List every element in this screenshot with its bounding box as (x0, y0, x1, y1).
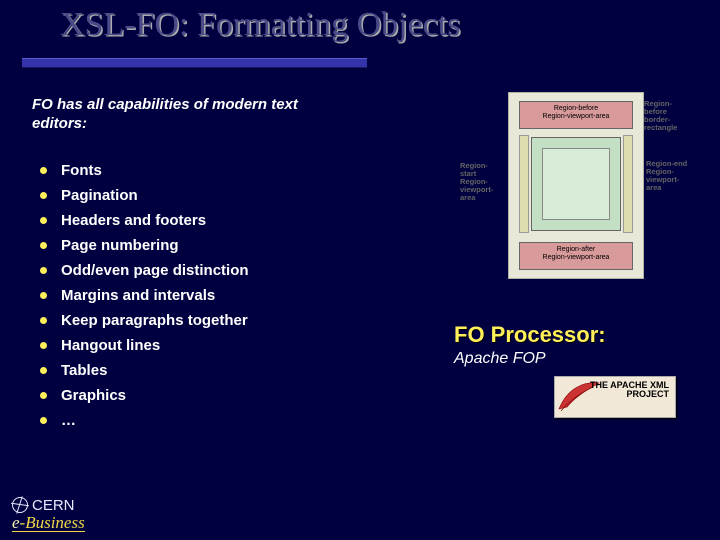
list-item: Margins and intervals (40, 287, 360, 304)
slide-title: XSL-FO: Formatting Objects (60, 6, 460, 44)
list-item-label: Graphics (61, 387, 126, 404)
ebusiness-label: e-Business (12, 514, 85, 532)
region-before: Region-beforeRegion-viewport-area (519, 101, 633, 129)
list-item-label: Page numbering (61, 237, 179, 254)
diagram-right-annotation: Region-endRegion-viewport-area (646, 160, 690, 192)
bullet-list: Fonts Pagination Headers and footers Page n… (40, 162, 360, 437)
diagram-left-annotation: Region-startRegion-viewport-area (460, 162, 504, 201)
apache-logo-text: THE APACHE XMLPROJECT (590, 381, 669, 400)
bullet-icon (40, 192, 47, 199)
fo-processor-heading: FO Processor: (454, 322, 684, 348)
list-item-label: Odd/even page distinction (61, 262, 249, 279)
bullet-icon (40, 367, 47, 374)
list-item: Hangout lines (40, 337, 360, 354)
list-item: Pagination (40, 187, 360, 204)
list-item-label: Margins and intervals (61, 287, 215, 304)
region-after-label: Region-afterRegion-viewport-area (520, 243, 632, 261)
list-item-label: Hangout lines (61, 337, 160, 354)
list-item: … (40, 412, 360, 429)
list-item-label: Fonts (61, 162, 102, 179)
list-item-label: Keep paragraphs together (61, 312, 248, 329)
intro-text: FO has all capabilities of modern text e… (32, 96, 332, 134)
list-item-label: Pagination (61, 187, 138, 204)
bullet-icon (40, 317, 47, 324)
list-item-label: Tables (61, 362, 107, 379)
bullet-icon (40, 267, 47, 274)
list-item: Graphics (40, 387, 360, 404)
bullet-icon (40, 242, 47, 249)
list-item-label: … (61, 412, 76, 429)
region-start (519, 135, 529, 233)
bullet-icon (40, 342, 47, 349)
slide-footer: CERN e-Business (12, 497, 85, 532)
region-before-label: Region-beforeRegion-viewport-area (520, 102, 632, 120)
title-underline (22, 58, 367, 68)
list-item: Headers and footers (40, 212, 360, 229)
region-end (623, 135, 633, 233)
bullet-icon (40, 292, 47, 299)
bullet-icon (40, 392, 47, 399)
list-item: Page numbering (40, 237, 360, 254)
diagram-page-box: Region-beforeRegion-viewport-area Region… (508, 92, 644, 279)
region-body-inner (542, 148, 610, 220)
bullet-icon (40, 217, 47, 224)
fo-processor-sub: Apache FOP (454, 350, 684, 368)
list-item: Keep paragraphs together (40, 312, 360, 329)
bullet-icon (40, 167, 47, 174)
list-item: Tables (40, 362, 360, 379)
bullet-icon (40, 417, 47, 424)
diagram-top-right-annotation: Region-beforeborder-rectangle (644, 100, 690, 132)
region-after: Region-afterRegion-viewport-area (519, 242, 633, 270)
cern-logo-icon (12, 497, 28, 513)
list-item-label: Headers and footers (61, 212, 206, 229)
cern-label: CERN (32, 498, 75, 513)
list-item: Fonts (40, 162, 360, 179)
apache-xml-logo: THE APACHE XMLPROJECT (554, 376, 676, 418)
region-body (531, 137, 621, 231)
page-region-diagram: Region-startRegion-viewport-area Region-… (460, 92, 690, 277)
list-item: Odd/even page distinction (40, 262, 360, 279)
